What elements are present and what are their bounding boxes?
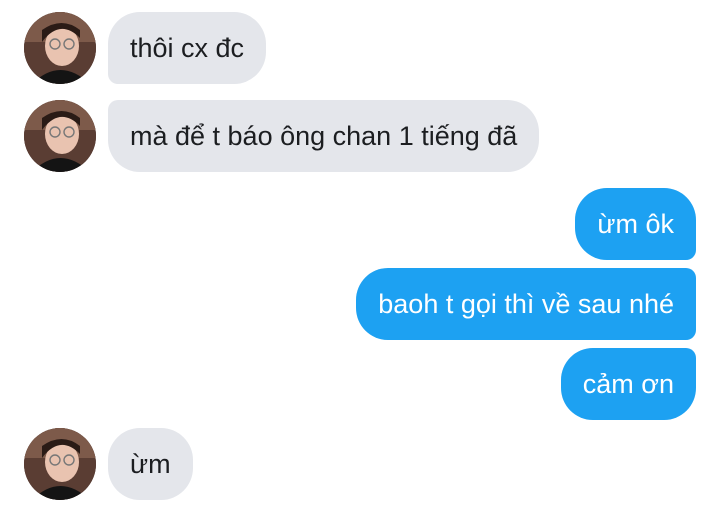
message-bubble[interactable]: mà để t báo ông chan 1 tiếng đã [108,100,540,172]
message-text: baoh t gọi thì về sau nhé [378,289,674,319]
message-text: cảm ơn [582,369,674,399]
sender-avatar[interactable] [24,12,96,84]
message-bubble[interactable]: ừm [108,428,193,500]
message-bubble[interactable]: ừm ôk [575,188,696,260]
message-bubble[interactable]: thôi cx đc [108,12,267,84]
message-text: thôi cx đc [130,33,245,63]
sender-avatar[interactable] [24,100,96,172]
sender-avatar[interactable] [24,428,96,500]
message-bubble[interactable]: cảm ơn [560,348,696,420]
message-text: ừm [130,449,171,479]
message-bubble[interactable]: baoh t gọi thì về sau nhé [356,268,696,340]
message-text: ừm ôk [597,209,674,239]
message-text: mà để t báo ông chan 1 tiếng đã [130,121,518,151]
